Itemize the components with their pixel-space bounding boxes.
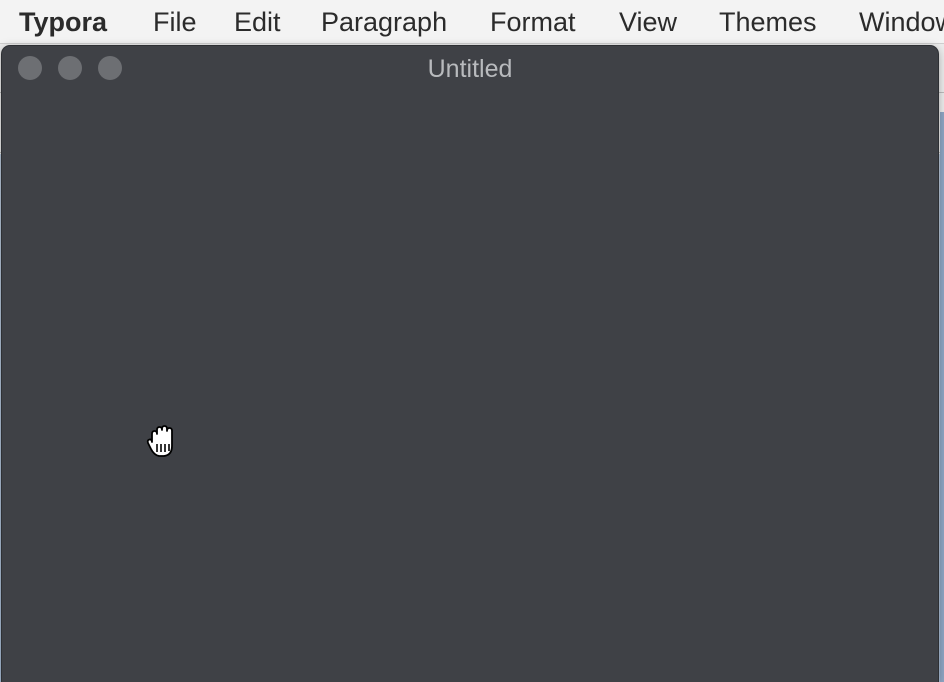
menu-bar: Typora File Edit Paragraph Format View T… xyxy=(0,0,944,44)
menu-view[interactable]: View xyxy=(619,6,677,38)
title-bar[interactable]: Untitled xyxy=(2,46,938,92)
background-window-edge xyxy=(940,112,944,682)
menu-paragraph[interactable]: Paragraph xyxy=(321,6,447,38)
grab-hand-cursor-icon xyxy=(146,425,173,457)
menu-format[interactable]: Format xyxy=(490,6,576,38)
menu-edit[interactable]: Edit xyxy=(234,6,281,38)
menu-file[interactable]: File xyxy=(153,6,197,38)
typora-window: Untitled xyxy=(2,46,938,682)
menu-themes[interactable]: Themes xyxy=(719,6,817,38)
menu-app-typora[interactable]: Typora xyxy=(19,6,107,38)
editor-area[interactable] xyxy=(2,92,938,682)
menu-window[interactable]: Window xyxy=(859,6,944,38)
window-title: Untitled xyxy=(427,55,513,83)
